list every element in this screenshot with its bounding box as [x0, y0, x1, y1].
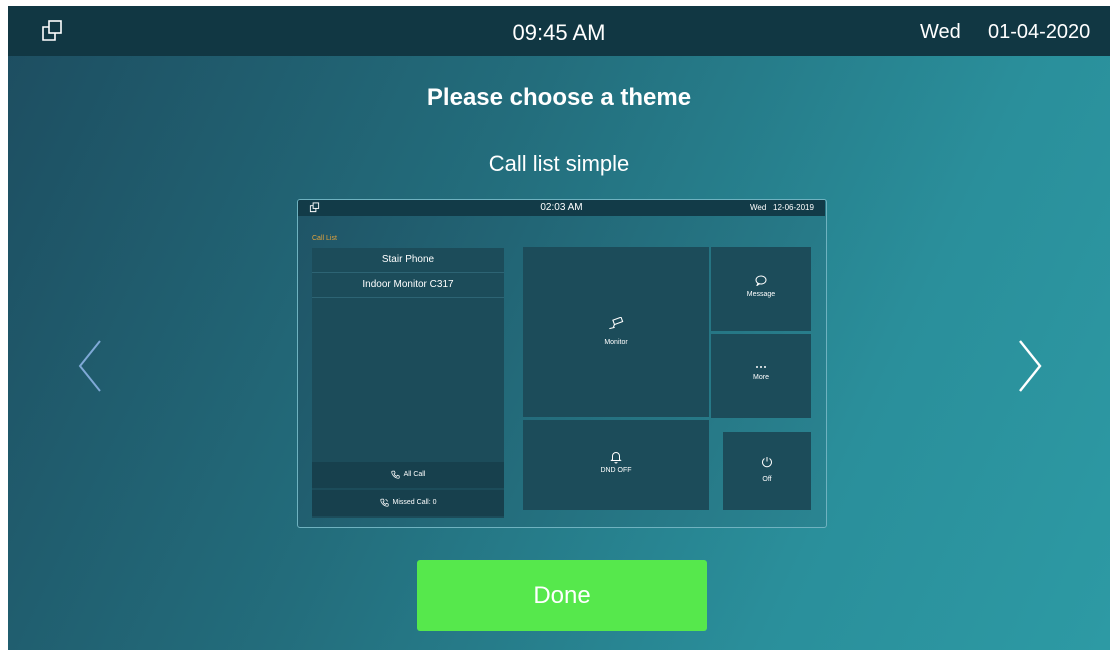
monitor-label: Monitor [604, 339, 628, 346]
missed-call-label: Missed Call: 0 [392, 499, 437, 506]
chevron-right-icon[interactable] [1010, 336, 1050, 396]
monitor-tile: Monitor [523, 247, 709, 417]
call-list-label: Call List [312, 235, 337, 242]
off-label: Off [762, 476, 772, 483]
more-dots-icon [711, 364, 811, 371]
list-item: Indoor Monitor C317 [312, 273, 504, 298]
page-title: Please choose a theme [426, 84, 692, 111]
all-call-button: All Call [312, 462, 504, 488]
phone-icon [390, 470, 400, 479]
preview-time: 02:03 AM [540, 202, 583, 213]
missed-call-button: Missed Call: 0 [312, 490, 504, 516]
done-button[interactable]: Done [417, 560, 707, 631]
bell-icon [523, 450, 709, 466]
chevron-left-icon[interactable] [70, 336, 110, 396]
theme-preview[interactable]: 02:03 AM Wed 12-06-2019 Call List Stair … [297, 199, 827, 528]
power-tile: Off [723, 432, 811, 510]
call-list-panel: Stair Phone Indoor Monitor C317 All Call… [312, 248, 504, 518]
missed-call-icon [379, 498, 389, 507]
dnd-tile: DND OFF [523, 420, 709, 510]
list-item: Stair Phone [312, 248, 504, 273]
all-call-label: All Call [403, 471, 426, 478]
power-icon [723, 456, 811, 470]
theme-name: Call list simple [488, 151, 630, 176]
chat-bubble-icon [711, 275, 811, 288]
preview-date: 12-06-2019 [773, 203, 814, 212]
camera-icon [523, 316, 709, 333]
screen: 09:45 AM Wed 01-04-2020 Please choose a … [8, 6, 1110, 650]
more-tile: More [711, 334, 811, 418]
status-bar: 09:45 AM Wed 01-04-2020 [8, 6, 1110, 56]
message-tile: Message [711, 247, 811, 331]
message-label: Message [746, 291, 776, 298]
more-label: More [753, 374, 769, 381]
status-date: 01-04-2020 [988, 21, 1091, 43]
dnd-label: DND OFF [600, 467, 632, 474]
preview-day: Wed [750, 203, 767, 212]
status-day: Wed [920, 21, 961, 43]
preview-status-bar: 02:03 AM Wed 12-06-2019 [298, 200, 825, 216]
